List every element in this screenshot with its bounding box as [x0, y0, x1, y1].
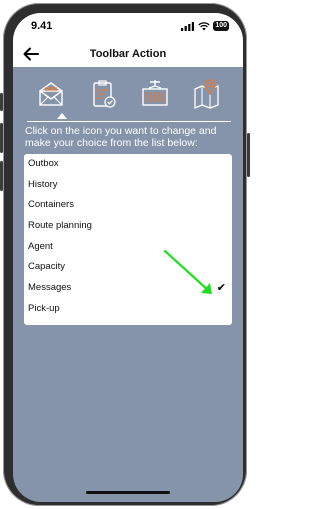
battery-icon: 100 — [213, 21, 229, 31]
phone-side-button — [247, 133, 250, 177]
signal-icon — [181, 21, 195, 31]
page-title: Toolbar Action — [89, 48, 167, 60]
list-item-outbox[interactable]: Outbox — [24, 154, 232, 175]
instruction-text: Click on the icon you want to change and… — [25, 125, 217, 149]
list-item-label: History — [28, 178, 58, 190]
home-indicator — [86, 491, 170, 494]
list-item-label: Outbox — [28, 158, 59, 169]
toolbar-icon-row — [34, 77, 224, 111]
status-bar: 9.41 100 — [13, 13, 243, 41]
phone-side-button — [0, 93, 3, 111]
status-icons: 100 — [181, 21, 229, 31]
list-item-label: Capacity — [28, 261, 65, 273]
list-item-history[interactable]: History — [24, 175, 232, 196]
phone-side-button — [0, 161, 3, 191]
list-item-label: Agent — [28, 240, 53, 252]
wifi-icon — [198, 21, 210, 30]
annotation-arrow-icon — [163, 249, 212, 294]
list-item-route-planning[interactable]: Route planning — [24, 216, 232, 237]
container-crane-icon[interactable] — [138, 77, 172, 111]
screen: 9.41 100 Toolbar Action Click on the ico… — [13, 13, 243, 502]
divider — [27, 121, 231, 122]
status-time: 9.41 — [31, 20, 53, 32]
envelope-icon[interactable] — [34, 77, 68, 111]
list-item-label: Route planning — [28, 220, 92, 232]
list-item-containers[interactable]: Containers — [24, 195, 232, 216]
phone-side-button — [0, 123, 3, 153]
list-item-label: Containers — [28, 199, 74, 211]
list-item-label: Messages — [28, 282, 72, 294]
list-item-label: Pick-up — [28, 302, 60, 314]
app-bar: Toolbar Action — [13, 41, 243, 67]
clipboard-check-icon[interactable] — [86, 77, 120, 111]
map-pin-icon[interactable] — [190, 77, 224, 111]
selected-icon-indicator — [57, 113, 67, 119]
phone-frame: 9.41 100 Toolbar Action Click on the ico… — [0, 3, 250, 506]
